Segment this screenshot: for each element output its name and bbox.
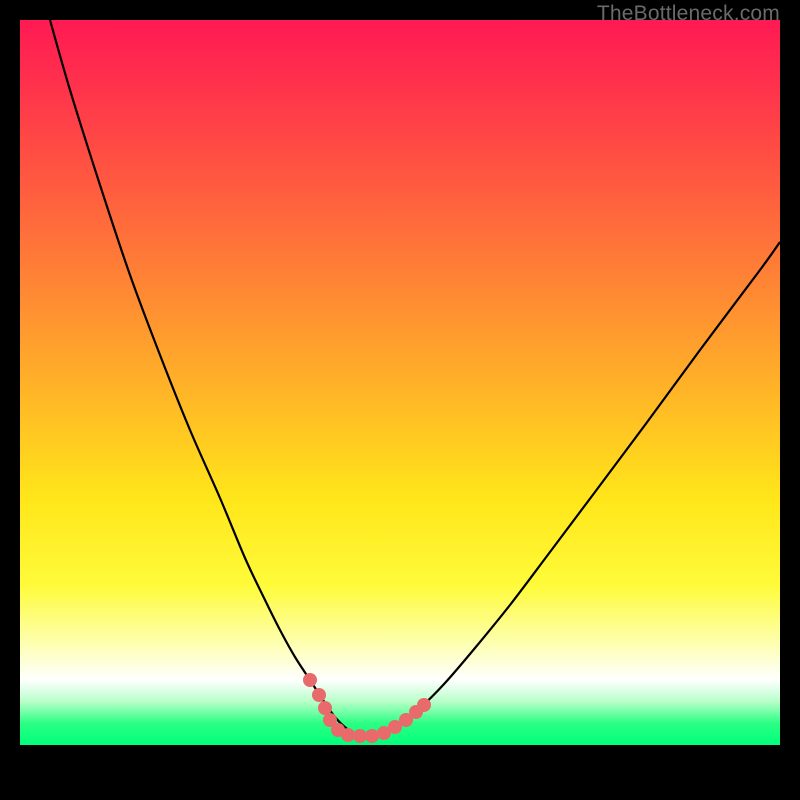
trough-marker-dot [353, 729, 367, 743]
trough-marker-dot [312, 688, 326, 702]
trough-marker-dot [417, 698, 431, 712]
trough-marker-dot [318, 701, 332, 715]
watermark-text: TheBottleneck.com [597, 2, 780, 26]
trough-marker-layer [20, 20, 780, 745]
bottom-black-bar [0, 745, 800, 800]
trough-marker-dot [303, 673, 317, 687]
trough-marker-dot [365, 729, 379, 743]
trough-markers [303, 673, 431, 743]
trough-marker-dot [341, 728, 355, 742]
